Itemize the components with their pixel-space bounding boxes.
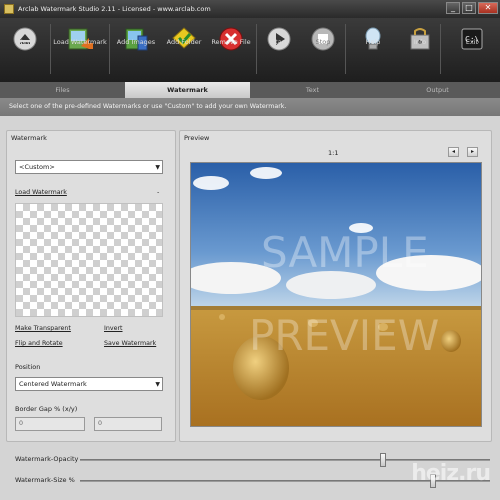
tab-bar: Files Watermark Text Output [0, 82, 500, 98]
info-button[interactable]: Info [400, 18, 440, 82]
minimize-button[interactable]: _ [446, 2, 460, 14]
border-gap-x-input[interactable]: 0 [15, 417, 85, 431]
next-image-button[interactable]: ▸ [467, 147, 478, 157]
previous-image-button[interactable]: ◂ [448, 147, 459, 157]
remove-file-button[interactable]: Remove File [206, 18, 256, 82]
close-button[interactable]: ✕ [478, 2, 498, 14]
title-bar: Arclab Watermark Studio 2.11 - Licensed … [0, 0, 500, 18]
add-images-label: Add Images [116, 38, 156, 46]
help-label: Help [365, 38, 381, 46]
preview-overlay-text: PREVIEW [249, 311, 440, 360]
tab-output[interactable]: Output [375, 82, 500, 98]
new-label: New [17, 38, 33, 46]
flip-rotate-link[interactable]: Flip and Rotate [15, 340, 63, 347]
toolbar: New Load Watermark Add Images Add Folder… [0, 18, 500, 82]
help-button[interactable]: Help [346, 18, 400, 82]
tab-text[interactable]: Text [250, 82, 375, 98]
preview-image: SAMPLE PREVIEW [190, 162, 482, 427]
load-watermark-label: Load Watermark [53, 38, 107, 46]
app-icon [4, 4, 14, 14]
maximize-button[interactable]: □ [462, 2, 476, 14]
stop-button[interactable]: Stop [301, 18, 345, 82]
info-label: Info [413, 38, 427, 46]
tab-watermark[interactable]: Watermark [125, 82, 250, 98]
info-bar: Select one of the pre-defined Watermarks… [0, 98, 500, 116]
chevron-down-icon: ▼ [155, 381, 160, 388]
clear-watermark-button[interactable]: - [157, 188, 159, 196]
watermark-preset-select[interactable]: <Custom> ▼ [15, 160, 163, 174]
tab-files[interactable]: Files [0, 82, 125, 98]
start-button[interactable]: Start [257, 18, 301, 82]
stop-label: Stop [315, 38, 331, 46]
preview-panel-title: Preview [184, 134, 210, 142]
chevron-down-icon: ▼ [155, 164, 160, 171]
site-logo: heiz.ru [411, 461, 491, 486]
sample-overlay-text: SAMPLE [261, 228, 429, 277]
invert-link[interactable]: Invert [104, 325, 123, 332]
make-transparent-link[interactable]: Make Transparent [15, 325, 71, 332]
save-watermark-link[interactable]: Save Watermark [104, 340, 156, 347]
add-folder-label: Add Folder [166, 38, 202, 46]
window-title: Arclab Watermark Studio 2.11 - Licensed … [18, 5, 211, 13]
load-watermark-link[interactable]: Load Watermark [15, 189, 67, 196]
start-label: Start [271, 38, 287, 46]
border-gap-label: Border Gap % (x/y) [15, 405, 78, 413]
add-folder-button[interactable]: Add Folder [162, 18, 206, 82]
add-images-button[interactable]: Add Images [110, 18, 162, 82]
size-label: Watermark-Size % [15, 476, 75, 484]
position-label: Position [15, 363, 41, 371]
load-watermark-button[interactable]: Load Watermark [51, 18, 109, 82]
opacity-label: Watermark-Opacity [15, 455, 79, 463]
watermark-panel-title: Watermark [11, 134, 47, 142]
watermark-preview-area [15, 203, 163, 317]
border-gap-y-input[interactable]: 0 [94, 417, 162, 431]
remove-file-label: Remove File [211, 38, 251, 46]
new-button[interactable]: New [0, 18, 50, 82]
position-select[interactable]: Centered Watermark ▼ [15, 377, 163, 391]
zoom-level: 1:1 [328, 149, 339, 157]
exit-button[interactable]: C:\ Exit [444, 18, 500, 82]
exit-label: Exit [465, 38, 479, 46]
opacity-slider-thumb[interactable] [380, 453, 387, 467]
